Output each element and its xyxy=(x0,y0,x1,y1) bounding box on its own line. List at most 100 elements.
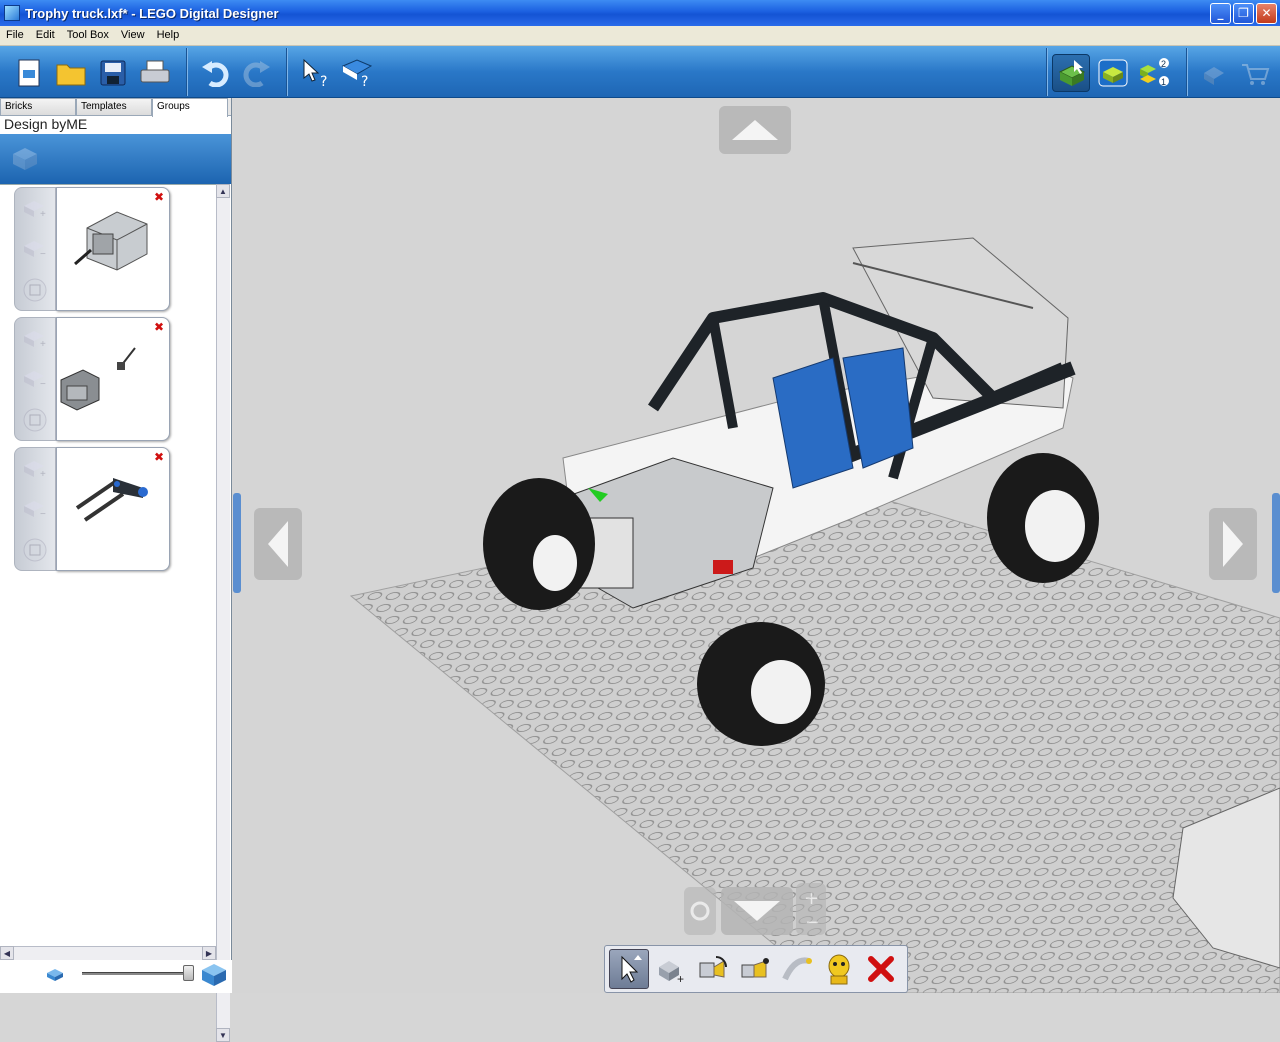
group-side-actions: + − xyxy=(14,447,56,571)
share-button[interactable] xyxy=(1196,54,1234,92)
camera-rotate-right-button[interactable] xyxy=(1209,508,1257,580)
menu-help[interactable]: Help xyxy=(151,26,186,45)
svg-text:1: 1 xyxy=(1161,77,1166,87)
group-thumbnail[interactable]: ✖ xyxy=(56,317,170,441)
ungroup-icon[interactable] xyxy=(19,404,51,436)
menu-edit[interactable]: Edit xyxy=(30,26,61,45)
motor-part-thumbnail xyxy=(74,211,148,271)
ungroup-icon[interactable] xyxy=(19,534,51,566)
tab-templates[interactable]: Templates xyxy=(76,98,152,115)
group-thumbnail[interactable]: ✖ xyxy=(56,447,170,571)
select-help-icon: ? xyxy=(303,58,327,88)
group-card[interactable]: + − ✖ xyxy=(14,187,170,311)
zoom-in-out-icon: +− xyxy=(804,888,820,932)
menu-toolbox[interactable]: Tool Box xyxy=(61,26,115,45)
lego-app-icon xyxy=(4,5,20,21)
hinge-tool-button[interactable] xyxy=(693,949,733,989)
scroll-down-arrow-icon[interactable]: ▼ xyxy=(216,1028,230,1042)
ungroup-icon[interactable] xyxy=(19,274,51,306)
add-to-group-icon[interactable]: + xyxy=(19,452,51,484)
minimize-button[interactable]: _ xyxy=(1210,2,1231,24)
thumbnail-size-slider-thumb[interactable] xyxy=(182,965,194,981)
svg-text:−: − xyxy=(805,912,820,932)
small-brick-icon xyxy=(47,969,63,981)
svg-text:−: − xyxy=(40,509,46,518)
select-tool-button[interactable] xyxy=(609,949,649,989)
svg-text:?: ? xyxy=(320,74,327,88)
svg-text:+: + xyxy=(40,469,46,478)
group-side-actions: + − xyxy=(14,187,56,311)
undo-icon xyxy=(202,61,229,87)
print-button[interactable] xyxy=(136,54,174,92)
select-help-button[interactable]: ? xyxy=(296,54,334,92)
group-card[interactable]: + − ✖ xyxy=(14,317,170,441)
camera-tilt-down-button[interactable] xyxy=(721,887,793,935)
remove-from-group-icon[interactable]: − xyxy=(19,362,51,394)
collapse-left-panel-tab[interactable] xyxy=(233,493,241,593)
menu-file[interactable]: File xyxy=(0,26,30,45)
flex-tool-icon xyxy=(782,957,812,981)
3d-building-viewport[interactable]: + − + xyxy=(233,98,1280,993)
delete-group-icon[interactable]: ✖ xyxy=(154,450,164,464)
groups-horizontal-scrollbar[interactable]: ◀ ▶ xyxy=(0,946,216,960)
building-guide-mode-button[interactable]: 21 xyxy=(1136,54,1174,92)
redo-button[interactable] xyxy=(238,54,276,92)
large-brick-icon xyxy=(202,964,226,986)
maximize-button[interactable]: ❐ xyxy=(1233,2,1254,24)
remove-from-group-icon[interactable]: − xyxy=(19,492,51,524)
svg-text:2: 2 xyxy=(1161,59,1166,69)
tab-bricks[interactable]: Bricks xyxy=(0,98,76,115)
scroll-up-arrow-icon[interactable]: ▲ xyxy=(216,184,230,198)
paint-tool-icon xyxy=(828,954,850,985)
add-to-group-icon[interactable]: + xyxy=(19,192,51,224)
open-folder-icon xyxy=(56,64,86,86)
svg-text:+: + xyxy=(677,972,684,985)
groups-vertical-scrollbar[interactable]: ▲ ▼ xyxy=(216,184,230,1042)
open-button[interactable] xyxy=(52,54,90,92)
guide-help-button[interactable]: ? xyxy=(338,54,376,92)
zoom-buttons[interactable]: + − xyxy=(796,883,826,935)
paint-tool-button[interactable] xyxy=(819,949,859,989)
collapse-right-panel-tab[interactable] xyxy=(1272,493,1280,593)
close-window-button[interactable]: ✕ xyxy=(1256,2,1277,24)
svg-text:+: + xyxy=(804,888,819,909)
reset-view-button[interactable] xyxy=(684,887,716,935)
front-left-wheel xyxy=(483,478,595,610)
arrow-down-icon xyxy=(734,901,780,921)
scroll-left-arrow-icon[interactable]: ◀ xyxy=(0,946,14,960)
arrow-right-icon xyxy=(1223,521,1243,567)
delete-tool-button[interactable] xyxy=(861,949,901,989)
add-to-group-icon[interactable]: + xyxy=(19,322,51,354)
delete-group-icon[interactable]: ✖ xyxy=(154,190,164,204)
build-mode-button[interactable] xyxy=(1052,54,1090,92)
delete-tool-icon xyxy=(868,956,894,982)
new-file-button[interactable] xyxy=(10,54,48,92)
arrow-left-icon xyxy=(268,521,288,567)
camera-tilt-up-button[interactable] xyxy=(719,106,791,154)
menu-view[interactable]: View xyxy=(115,26,151,45)
reset-view-icon xyxy=(690,901,710,921)
cart-button[interactable] xyxy=(1236,54,1274,92)
main-toolbar: ? ? 21 xyxy=(0,46,1280,98)
view-mode-button[interactable] xyxy=(1094,54,1132,92)
save-button[interactable] xyxy=(94,54,132,92)
flex-tool-button[interactable] xyxy=(777,949,817,989)
remove-from-group-icon[interactable]: − xyxy=(19,232,51,264)
undo-button[interactable] xyxy=(196,54,234,92)
tab-groups[interactable]: Groups xyxy=(152,98,228,117)
svg-text:+: + xyxy=(40,209,46,218)
delete-group-icon[interactable]: ✖ xyxy=(154,320,164,334)
hinge-align-tool-button[interactable] xyxy=(735,949,775,989)
thumbnail-size-slider[interactable] xyxy=(82,972,194,975)
clone-tool-button[interactable]: + xyxy=(651,949,691,989)
group-card[interactable]: + − ✖ xyxy=(14,447,170,571)
svg-text:?: ? xyxy=(361,74,368,88)
group-cube-icon[interactable] xyxy=(10,144,40,174)
window-title: Trophy truck.lxf* - LEGO Digital Designe… xyxy=(25,5,279,21)
share-icon xyxy=(1204,67,1224,85)
group-thumbnail[interactable]: ✖ xyxy=(56,187,170,311)
camera-rotate-left-button[interactable] xyxy=(254,508,302,580)
svg-text:+: + xyxy=(40,339,46,348)
scroll-right-arrow-icon[interactable]: ▶ xyxy=(202,946,216,960)
build-mode-icon xyxy=(1058,60,1086,86)
